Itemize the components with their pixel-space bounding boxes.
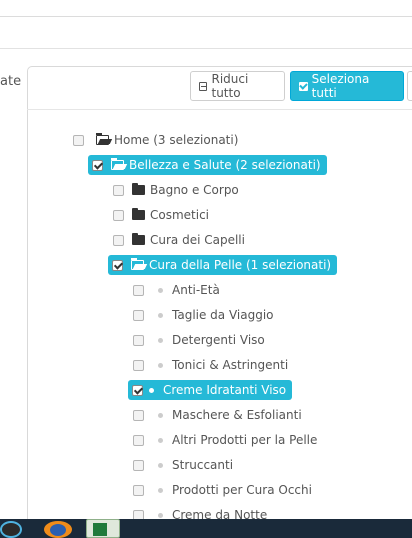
side-label: ate — [0, 74, 22, 89]
folder-icon — [132, 233, 145, 245]
tree-node-label: Home (3 selezionati) — [114, 133, 239, 147]
bullet-icon — [158, 462, 163, 468]
app-icon[interactable] — [0, 521, 22, 538]
tree-node-occhi[interactable]: Prodotti per Cura Occhi — [133, 479, 318, 501]
checkbox[interactable] — [133, 359, 144, 371]
checkbox[interactable] — [73, 134, 84, 146]
tree-node-label: Bagno e Corpo — [150, 183, 239, 197]
checkbox[interactable] — [133, 459, 144, 471]
bullet-icon — [158, 437, 163, 443]
bullet-icon — [149, 387, 154, 393]
tree-node-label: Prodotti per Cura Occhi — [172, 483, 312, 497]
checkbox[interactable] — [113, 209, 124, 221]
checkbox[interactable] — [132, 384, 143, 396]
tree-node-struccanti[interactable]: Struccanti — [133, 454, 239, 476]
excel-icon[interactable] — [86, 519, 120, 538]
bullet-icon — [158, 312, 163, 318]
tree-node-taglie[interactable]: Taglie da Viaggio — [133, 304, 280, 326]
checkbox[interactable] — [133, 434, 144, 446]
tree-node-maschere[interactable]: Maschere & Esfolianti — [133, 404, 308, 426]
tree-node-home[interactable]: Home (3 selezionati) — [73, 129, 244, 151]
tree-node-detergenti[interactable]: Detergenti Viso — [133, 329, 271, 351]
tree-node-pelle[interactable]: Cura della Pelle (1 selezionati) — [108, 254, 338, 276]
tree-node-label: Bellezza e Salute (2 selezionati) — [129, 158, 321, 172]
tree-node-label: Cosmetici — [150, 208, 210, 222]
bullet-icon — [158, 287, 163, 293]
tree-node-label: Tonici & Astringenti — [172, 358, 289, 372]
tree-node-label: Taglie da Viaggio — [172, 308, 274, 322]
bullet-icon — [158, 512, 163, 518]
extra-toolbar-button[interactable] — [407, 71, 412, 101]
checkbox[interactable] — [92, 159, 103, 171]
bullet-icon — [158, 337, 163, 343]
divider — [0, 48, 412, 49]
tree-node-label: Maschere & Esfolianti — [172, 408, 302, 422]
checkbox[interactable] — [112, 259, 123, 271]
tree-node-creme[interactable]: Creme Idratanti Viso — [128, 379, 293, 401]
folder-icon — [132, 208, 145, 220]
tree-node-tonici[interactable]: Tonici & Astringenti — [133, 354, 294, 376]
bullet-icon — [158, 362, 163, 368]
bullet-icon — [158, 412, 163, 418]
checkbox[interactable] — [113, 234, 124, 246]
collapse-all-label: Riduci tutto — [211, 72, 249, 100]
tree-node-label: Altri Prodotti per la Pelle — [172, 433, 318, 447]
minus-square-icon — [199, 81, 208, 91]
folder-icon — [132, 183, 145, 195]
checkbox[interactable] — [133, 409, 144, 421]
checkbox[interactable] — [113, 184, 124, 196]
firefox-icon[interactable] — [44, 521, 72, 538]
divider — [0, 16, 412, 17]
tree-node-cosmetici[interactable]: Cosmetici — [113, 204, 215, 226]
tree-node-capelli[interactable]: Cura dei Capelli — [113, 229, 251, 251]
tree-node-label: Cura della Pelle (1 selezionati) — [149, 258, 332, 272]
tree-node-altri[interactable]: Altri Prodotti per la Pelle — [133, 429, 323, 451]
folder-open-icon — [111, 158, 124, 170]
top-bar — [0, 0, 412, 16]
check-square-icon — [299, 81, 308, 91]
checkbox[interactable] — [133, 309, 144, 321]
select-all-label: Seleziona tutti — [311, 72, 370, 100]
collapse-all-button[interactable]: Riduci tutto — [190, 71, 285, 101]
tree-node-label: Struccanti — [172, 458, 234, 472]
bullet-icon — [158, 487, 163, 493]
panel-header-divider — [27, 109, 412, 110]
tree-node-label: Detergenti Viso — [172, 333, 265, 347]
folder-open-icon — [131, 258, 144, 270]
checkbox[interactable] — [133, 334, 144, 346]
tree-node-label: Anti-Età — [172, 283, 220, 297]
tree-node-label: Cura dei Capelli — [150, 233, 245, 247]
folder-open-icon — [96, 133, 109, 145]
tree-node-label: Creme Idratanti Viso — [163, 383, 287, 397]
checkbox[interactable] — [133, 484, 144, 496]
checkbox[interactable] — [133, 284, 144, 296]
select-all-button[interactable]: Seleziona tutti — [290, 71, 404, 101]
tree-node-bagno[interactable]: Bagno e Corpo — [113, 179, 245, 201]
tree-node-bellezza[interactable]: Bellezza e Salute (2 selezionati) — [88, 154, 327, 176]
tree-node-antieta[interactable]: Anti-Età — [133, 279, 226, 301]
